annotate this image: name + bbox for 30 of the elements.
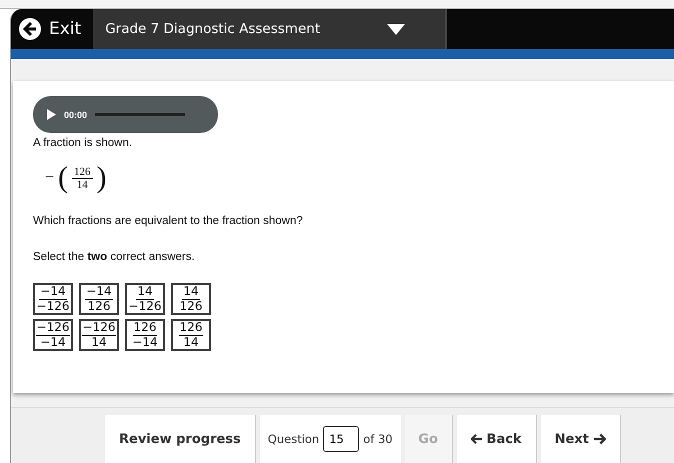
right-parenthesis: ) (96, 163, 107, 193)
right-arrow-icon (594, 433, 606, 445)
next-button[interactable]: Next (540, 415, 621, 463)
answer-choice[interactable]: −14 −126 (33, 283, 73, 315)
question-label: Question (268, 432, 320, 446)
audio-time: 00:00 (64, 110, 88, 120)
review-progress-button[interactable]: Review progress (105, 415, 256, 463)
answer-choice[interactable]: 14 126 (171, 283, 211, 315)
minus-sign: − (45, 169, 54, 187)
answer-choice[interactable]: 14 −126 (125, 283, 165, 315)
fraction-denominator: 14 (76, 178, 88, 190)
left-arrow-icon (470, 433, 482, 445)
left-parenthesis: ( (58, 163, 68, 193)
answer-choice[interactable]: −126 −14 (33, 319, 73, 351)
question-intro: A fraction is shown. (33, 137, 134, 149)
question-total: of 30 (363, 432, 393, 446)
answer-choice[interactable]: 126 −14 (125, 319, 165, 351)
question-instruction: Select the two correct answers. (33, 251, 196, 263)
question-prompt: Which fractions are equivalent to the fraction shown? (33, 215, 304, 227)
fraction-numerator: 126 (72, 166, 93, 178)
play-icon[interactable] (47, 109, 56, 120)
audio-progress-track[interactable] (95, 113, 186, 116)
assessment-dropdown[interactable]: Grade 7 Diagnostic Assessment (93, 9, 448, 49)
back-button[interactable]: Back (456, 415, 537, 463)
caret-icon (387, 24, 406, 34)
answer-choice[interactable]: −126 14 (79, 319, 119, 351)
audio-player[interactable]: 00:00 (33, 96, 218, 133)
answer-choice[interactable]: −14 126 (79, 283, 119, 315)
question-number-field[interactable]: 15 (323, 426, 360, 452)
answer-choice[interactable]: 126 14 (171, 319, 211, 351)
